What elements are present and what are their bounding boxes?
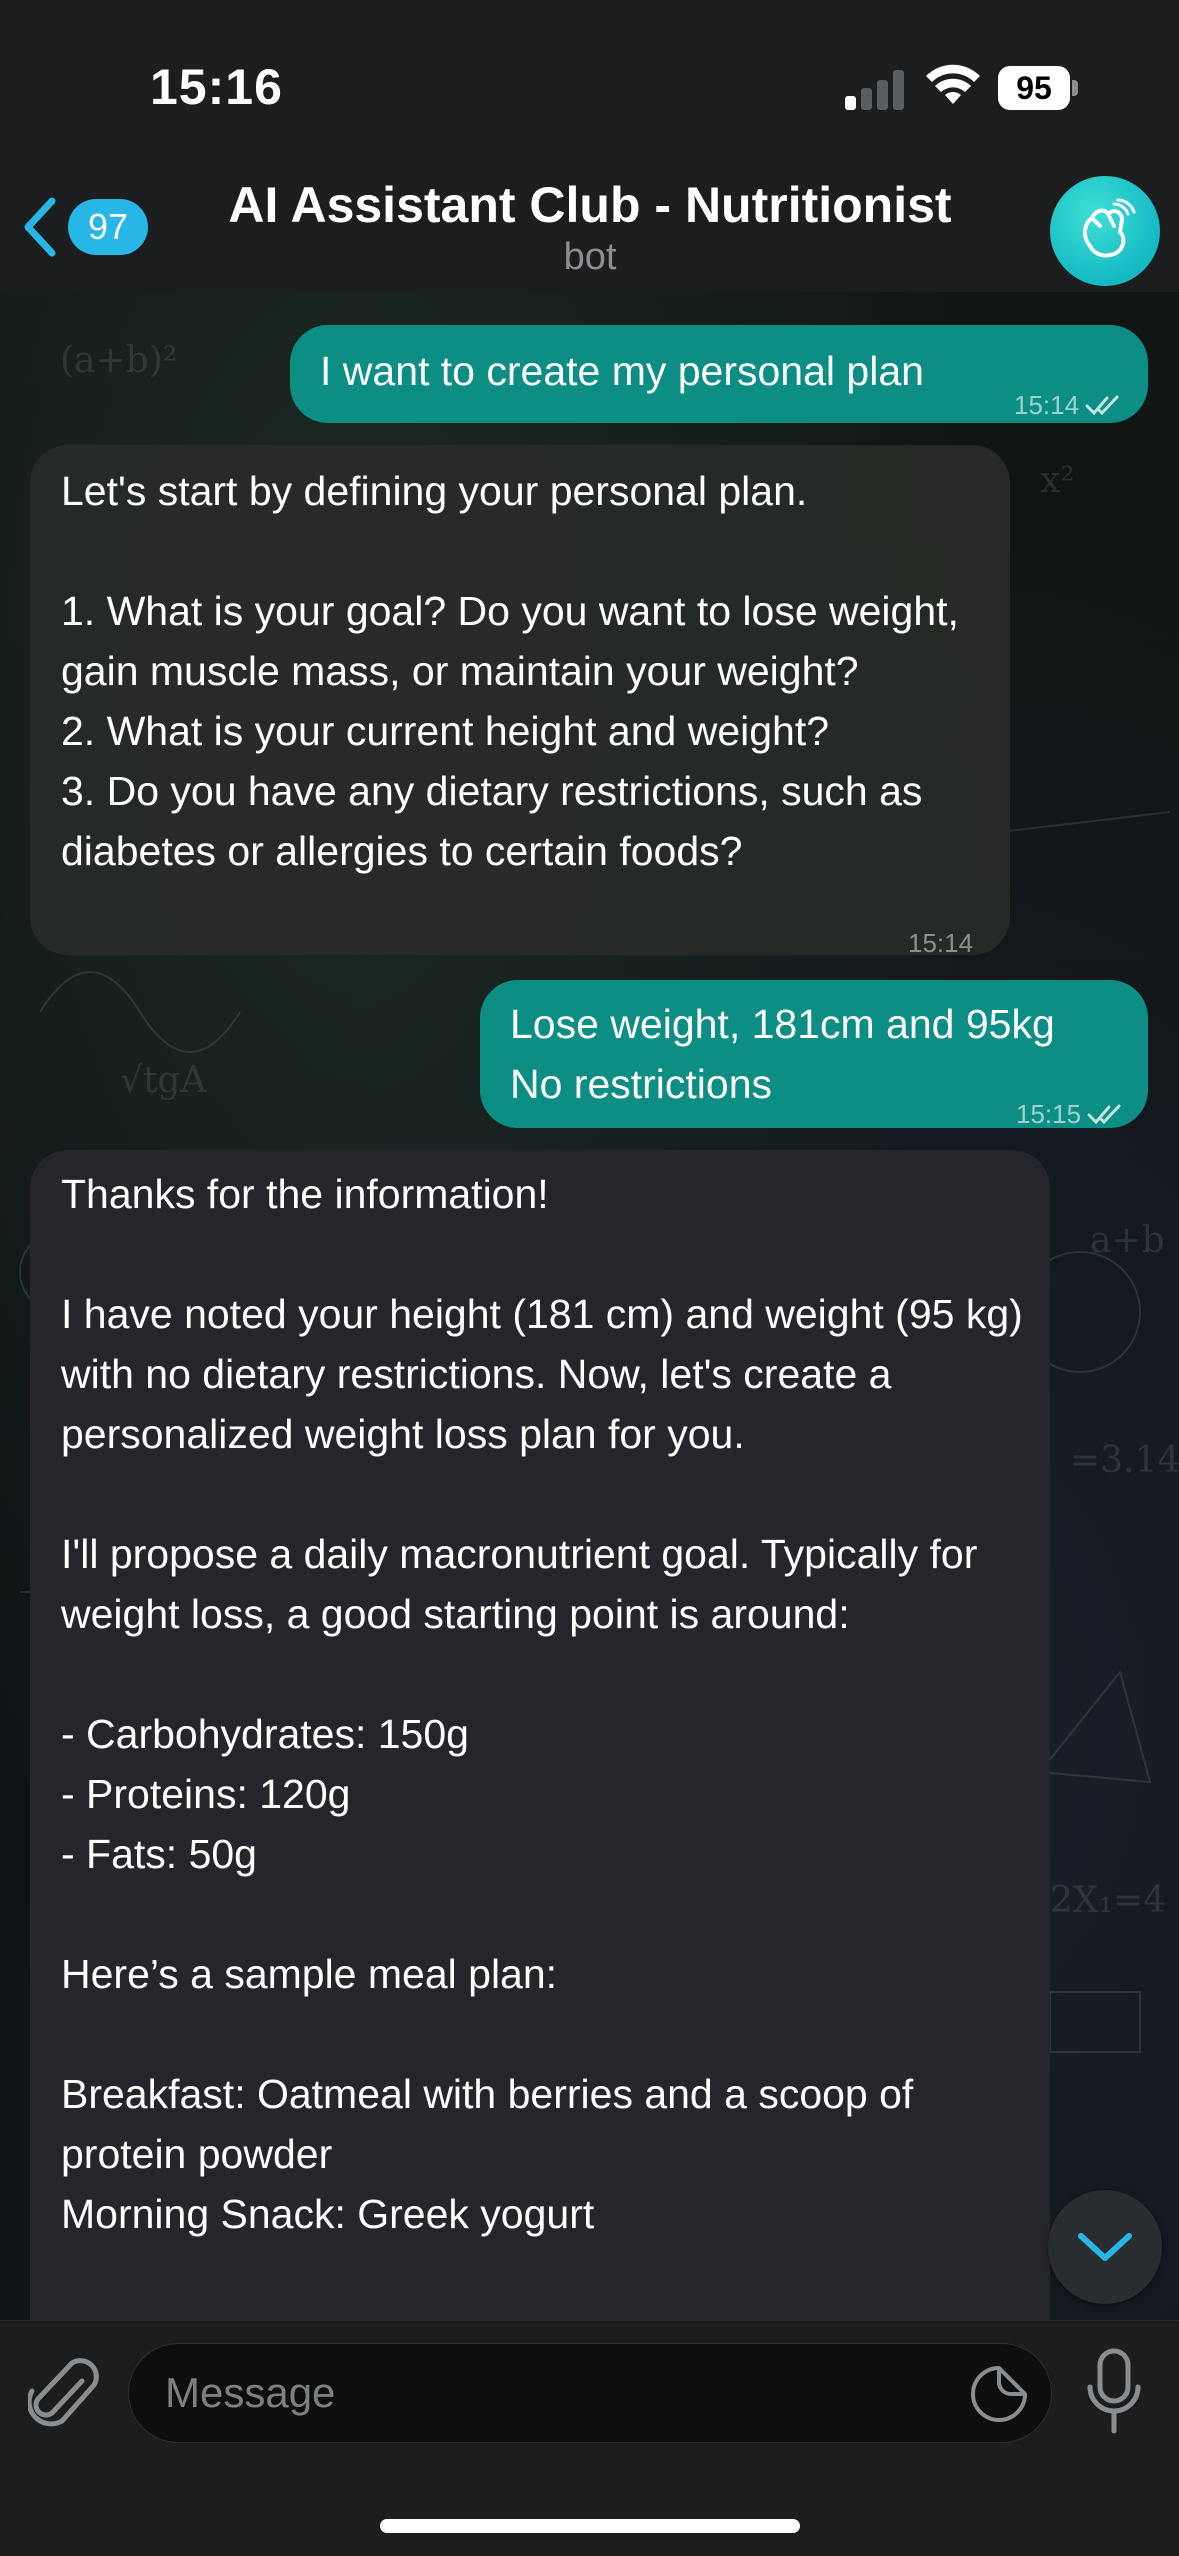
scroll-to-bottom-button[interactable]: [1048, 2190, 1162, 2304]
message-time: 15:15: [1016, 1099, 1082, 1129]
svg-text:√tgA: √tgA: [120, 1060, 207, 1101]
double-check-icon: [1085, 395, 1119, 416]
message-composer: [0, 2320, 1179, 2556]
status-time: 15:16: [150, 59, 283, 115]
message-meta: 15:15: [1016, 1084, 1127, 1144]
message-text: Thanks for the information! I have noted…: [61, 1171, 1023, 2237]
message-outgoing[interactable]: I want to create my personal plan 15:14: [290, 325, 1148, 423]
message-time: 15:14: [908, 928, 974, 958]
svg-text:a+b: a+b: [1090, 1220, 1165, 1261]
svg-text:2X₁=4: 2X₁=4: [1050, 1880, 1166, 1921]
cellular-signal-icon: [845, 68, 905, 110]
chat-header: 15:16 95 97 AI Assistant Club - Nutritio…: [0, 0, 1179, 296]
back-chevron-icon: [24, 197, 56, 257]
home-indicator: [380, 2519, 800, 2533]
svg-text:x²: x²: [1040, 460, 1075, 501]
wifi-icon: [926, 64, 980, 104]
sticker-icon[interactable]: [969, 2364, 1029, 2424]
message-meta: 15:14: [1014, 375, 1125, 435]
message-input[interactable]: [165, 2344, 945, 2442]
paperclip-icon[interactable]: [28, 2353, 100, 2437]
message-text: I want to create my personal plan: [320, 348, 924, 394]
microphone-icon[interactable]: [1082, 2347, 1146, 2437]
back-button[interactable]: 97: [20, 192, 160, 262]
bot-avatar-icon[interactable]: [1050, 176, 1160, 286]
message-outgoing[interactable]: Lose weight, 181cm and 95kg No restricti…: [480, 980, 1148, 1129]
battery-level: 95: [998, 66, 1070, 110]
scroll-down-chevron-icon: [1078, 2233, 1132, 2261]
chat-title[interactable]: AI Assistant Club - Nutritionist: [180, 176, 1000, 234]
message-input-box[interactable]: [128, 2343, 1052, 2443]
svg-text:(a+b)²: (a+b)²: [60, 340, 177, 381]
message-text: Let's start by defining your personal pl…: [61, 468, 959, 874]
message-time: 15:14: [1014, 390, 1080, 420]
double-check-icon: [1087, 1104, 1121, 1125]
battery-icon: 95: [998, 66, 1078, 110]
unread-count-badge: 97: [68, 199, 149, 255]
message-incoming[interactable]: Let's start by defining your personal pl…: [30, 445, 1010, 958]
chat-subtitle: bot: [563, 236, 617, 278]
message-incoming[interactable]: Thanks for the information! I have noted…: [30, 1150, 1050, 2322]
svg-text:=3.14: =3.14: [1070, 1440, 1179, 1481]
